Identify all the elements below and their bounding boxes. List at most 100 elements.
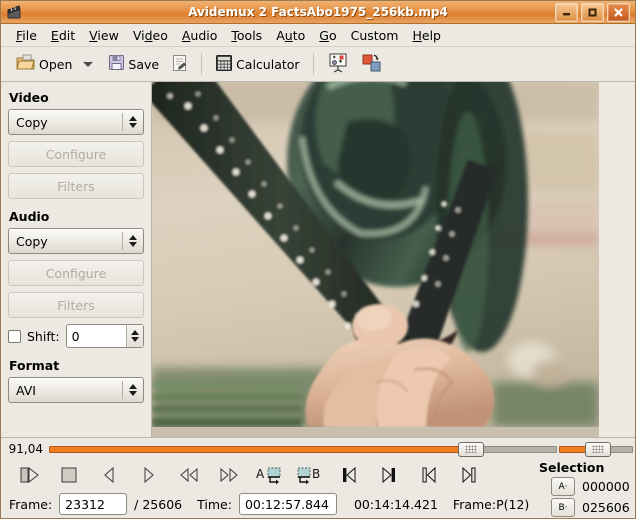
audio-filters-button[interactable]: Filters bbox=[8, 292, 144, 318]
avidemux-window: Avidemux 2 FactsAbo1975_256kb.mp4 File E… bbox=[0, 0, 636, 519]
stop-icon bbox=[59, 466, 79, 484]
open-button[interactable]: Open bbox=[11, 50, 77, 78]
rewind-button[interactable] bbox=[169, 461, 209, 489]
video-codec-combo[interactable]: Copy bbox=[8, 109, 144, 135]
video-section-heading: Video bbox=[9, 90, 151, 105]
transport-bar: 91,04 bbox=[1, 437, 635, 518]
selection-panel: Selection A· 000000 B· 025606 bbox=[533, 460, 631, 517]
position-percent-label: 91,04 bbox=[7, 442, 43, 456]
stop-button[interactable] bbox=[49, 461, 89, 489]
frame-input[interactable]: 23312 bbox=[59, 493, 127, 515]
next-keyframe-button[interactable] bbox=[369, 461, 409, 489]
menu-auto[interactable]: Auto bbox=[269, 26, 312, 45]
jobs-easel-icon bbox=[327, 52, 349, 77]
script-document-icon bbox=[171, 54, 188, 75]
close-button[interactable] bbox=[607, 3, 630, 22]
menu-go[interactable]: Go bbox=[312, 26, 343, 45]
forward-icon bbox=[218, 466, 240, 484]
marker-a-jump-button[interactable]: A· bbox=[551, 477, 575, 496]
jobs-button[interactable] bbox=[322, 50, 354, 78]
menu-file[interactable]: File bbox=[9, 26, 44, 45]
previous-frame-button[interactable] bbox=[89, 461, 129, 489]
next-keyframe-icon bbox=[379, 466, 399, 484]
audio-codec-row: Copy bbox=[1, 228, 151, 254]
total-duration-label: 00:14:14.421 bbox=[354, 497, 438, 512]
time-input[interactable]: 00:12:57.844 bbox=[239, 493, 337, 515]
main-toolbar: Open Save bbox=[1, 47, 635, 82]
menu-edit[interactable]: Edit bbox=[44, 26, 82, 45]
video-configure-button[interactable]: Configure bbox=[8, 141, 144, 167]
format-section-heading: Format bbox=[9, 358, 151, 373]
video-frame[interactable] bbox=[152, 82, 599, 437]
folder-open-icon bbox=[16, 54, 36, 75]
window-title: Avidemux 2 FactsAbo1975_256kb.mp4 bbox=[1, 5, 635, 19]
save-button[interactable]: Save bbox=[103, 50, 164, 78]
next-frame-button[interactable] bbox=[129, 461, 169, 489]
video-preview-pane bbox=[151, 82, 635, 437]
calculator-label: Calculator bbox=[236, 57, 299, 72]
menu-audio[interactable]: Audio bbox=[175, 26, 225, 45]
previous-keyframe-button[interactable] bbox=[329, 461, 369, 489]
position-track-filled bbox=[49, 446, 470, 453]
spinner-arrows-icon[interactable] bbox=[126, 325, 143, 347]
calculator-icon bbox=[215, 54, 233, 75]
maximize-button[interactable] bbox=[581, 3, 604, 22]
frame-type-label: Frame:P(12) bbox=[453, 497, 529, 512]
video-codec-row: Copy bbox=[1, 109, 151, 135]
toolbar-separator-2 bbox=[313, 53, 314, 75]
menu-help[interactable]: Help bbox=[405, 26, 448, 45]
selection-slider-handle[interactable] bbox=[585, 442, 611, 457]
chevron-updown-icon bbox=[123, 116, 143, 128]
set-marker-a-button[interactable]: A bbox=[249, 461, 289, 489]
menu-custom[interactable]: Custom bbox=[344, 26, 406, 45]
prev-keyframe-icon bbox=[339, 466, 359, 484]
marker-b-value: 025606 bbox=[582, 500, 630, 515]
go-to-end-button[interactable] bbox=[449, 461, 489, 489]
set-marker-b-button[interactable]: B bbox=[289, 461, 329, 489]
video-codec-value: Copy bbox=[9, 115, 122, 130]
audio-codec-combo[interactable]: Copy bbox=[8, 228, 144, 254]
chevron-updown-icon bbox=[123, 384, 143, 396]
calculator-button[interactable]: Calculator bbox=[210, 50, 304, 78]
menu-video[interactable]: Video bbox=[126, 26, 175, 45]
shift-spinbox[interactable]: 0 bbox=[66, 324, 144, 348]
shift-label: Shift: bbox=[27, 329, 60, 344]
play-icon bbox=[18, 466, 40, 484]
clapperboard-icon bbox=[5, 3, 23, 21]
format-container-combo[interactable]: AVI bbox=[8, 377, 144, 403]
time-label: Time: bbox=[197, 497, 232, 512]
floppy-save-icon bbox=[108, 54, 125, 74]
minimize-button[interactable] bbox=[555, 3, 578, 22]
svg-text:A: A bbox=[256, 467, 265, 481]
menu-tools[interactable]: Tools bbox=[224, 26, 269, 45]
selection-marker-b-row: B· 025606 bbox=[551, 498, 631, 517]
video-filters-row: Filters bbox=[1, 173, 151, 199]
video-filters-button[interactable]: Filters bbox=[8, 173, 144, 199]
shift-checkbox[interactable] bbox=[8, 330, 21, 343]
chevron-updown-icon bbox=[123, 235, 143, 247]
open-label: Open bbox=[39, 57, 72, 72]
next-frame-icon bbox=[140, 466, 158, 484]
go-to-start-button[interactable] bbox=[409, 461, 449, 489]
frame-total-label: / 25606 bbox=[134, 497, 182, 512]
video-configure-row: Configure bbox=[1, 141, 151, 167]
toolbar-separator-1 bbox=[201, 53, 202, 75]
title-bar: Avidemux 2 FactsAbo1975_256kb.mp4 bbox=[1, 1, 635, 24]
play-button[interactable] bbox=[9, 461, 49, 489]
window-controls bbox=[555, 3, 633, 22]
position-slider[interactable] bbox=[49, 438, 629, 460]
audio-configure-button[interactable]: Configure bbox=[8, 260, 144, 286]
menu-view[interactable]: View bbox=[82, 26, 126, 45]
go-end-icon bbox=[459, 466, 479, 484]
prev-frame-icon bbox=[100, 466, 118, 484]
shift-value: 0 bbox=[67, 329, 126, 344]
audio-filters-row: Filters bbox=[1, 292, 151, 318]
position-slider-handle[interactable] bbox=[458, 442, 484, 457]
forward-button[interactable] bbox=[209, 461, 249, 489]
open-dropdown-caret-icon[interactable] bbox=[83, 62, 93, 67]
convert-button[interactable] bbox=[356, 50, 388, 78]
script-document-button[interactable] bbox=[166, 50, 193, 78]
main-content: Video Copy Configure Filters Audio bbox=[1, 82, 635, 437]
audio-section-heading: Audio bbox=[9, 209, 151, 224]
marker-b-jump-button[interactable]: B· bbox=[551, 498, 575, 517]
